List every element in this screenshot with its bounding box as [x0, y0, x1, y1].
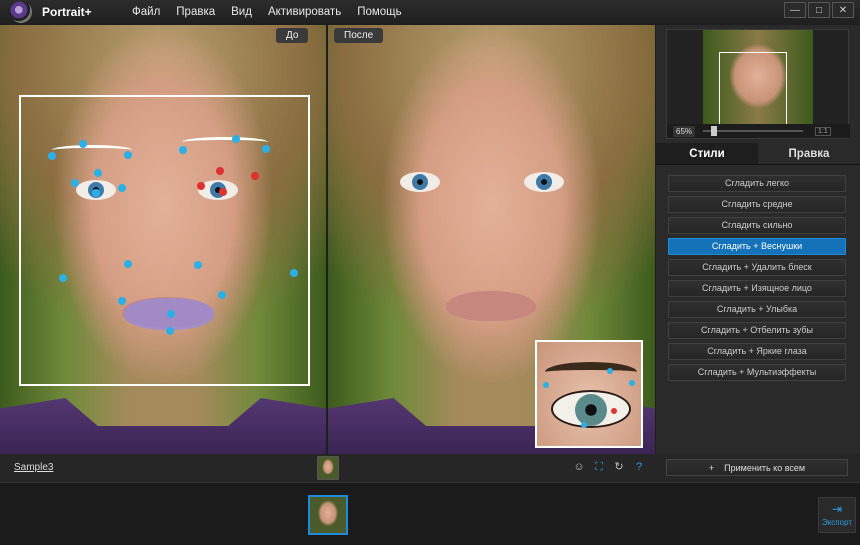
landmark-point[interactable] — [218, 291, 226, 299]
apply-to-all-label: Применить ко всем — [724, 462, 806, 473]
right-brow-line[interactable] — [182, 137, 268, 147]
help-icon[interactable]: ? — [632, 460, 646, 474]
landmark-point[interactable] — [94, 169, 102, 177]
landmark-point[interactable] — [179, 146, 187, 154]
navigator-viewport[interactable] — [719, 52, 787, 132]
export-label: Экспорт — [821, 518, 853, 527]
maximize-button[interactable]: □ — [808, 2, 830, 18]
landmark-point-alert[interactable] — [611, 408, 617, 414]
style-smooth-smile[interactable]: Сгладить + Улыбка — [668, 301, 846, 318]
style-smooth-light[interactable]: Сгладить легко — [668, 175, 846, 192]
before-pane[interactable]: До — [0, 25, 326, 454]
landmark-point[interactable] — [262, 145, 270, 153]
face-detection-frame[interactable] — [19, 95, 310, 386]
landmark-point[interactable] — [92, 189, 100, 197]
export-button[interactable]: ⇥ Экспорт — [818, 497, 856, 533]
landmark-point[interactable] — [290, 269, 298, 277]
inset-brow — [545, 362, 637, 382]
filmstrip-thumbnail[interactable] — [308, 495, 348, 535]
export-icon: ⇥ — [831, 502, 843, 516]
style-smooth-multi-effects[interactable]: Сгладить + Мультиэффекты — [668, 364, 846, 381]
style-smooth-freckles[interactable]: Сгладить + Веснушки — [668, 238, 846, 255]
landmark-point[interactable] — [232, 135, 240, 143]
tab-styles[interactable]: Стили — [656, 143, 758, 164]
zoom-bar: 65% 1:1 — [667, 124, 850, 138]
bottom-toolbar: Sample3 ☺ ⛶ ↻ ? — [0, 454, 656, 482]
styles-list: Сгладить легко Сгладить средне Сгладить … — [668, 175, 846, 381]
lips — [446, 291, 536, 321]
navigator[interactable]: 65% 1:1 — [666, 29, 850, 139]
style-smooth-slim-face[interactable]: Сгладить + Изящное лицо — [668, 280, 846, 297]
style-smooth-bright-eyes[interactable]: Сгладить + Яркие глаза — [668, 343, 846, 360]
zoom-actual-size-button[interactable]: 1:1 — [815, 126, 831, 136]
left-eye — [400, 172, 440, 192]
landmark-point[interactable] — [124, 151, 132, 159]
landmark-point[interactable] — [194, 261, 202, 269]
landmark-point[interactable] — [167, 310, 175, 318]
menu-activate[interactable]: Активировать — [260, 6, 349, 18]
landmark-point[interactable] — [118, 297, 126, 305]
landmark-point[interactable] — [124, 260, 132, 268]
style-smooth-whiten-teeth[interactable]: Сгладить + Отбелить зубы — [668, 322, 846, 339]
apply-to-all-button[interactable]: + Применить ко всем — [666, 459, 848, 476]
eye-zoom-inset — [535, 340, 643, 448]
face-detect-icon[interactable]: ☺ — [572, 460, 586, 474]
before-label: До — [276, 28, 309, 43]
right-eye — [524, 172, 564, 192]
landmark-point[interactable] — [118, 184, 126, 192]
tool-icons: ☺ ⛶ ↻ ? — [572, 460, 646, 474]
landmark-point[interactable] — [79, 140, 87, 148]
menu-file[interactable]: Файл — [124, 6, 168, 18]
after-label: После — [334, 28, 384, 43]
menu-help[interactable]: Помощь — [349, 6, 409, 18]
close-button[interactable]: ✕ — [832, 2, 854, 18]
landmark-point[interactable] — [59, 274, 67, 282]
landmark-point[interactable] — [71, 179, 79, 187]
menu-edit[interactable]: Правка — [168, 6, 223, 18]
side-panel: 65% 1:1 Стили Правка Сгладить легко Сгла… — [656, 25, 860, 454]
inset-eye — [551, 390, 631, 428]
zoom-slider-thumb[interactable] — [710, 126, 717, 136]
landmark-point[interactable] — [629, 380, 635, 386]
panel-tabs: Стили Правка — [656, 143, 860, 165]
landmark-point-alert[interactable] — [251, 172, 259, 180]
landmark-point-alert[interactable] — [219, 188, 227, 196]
filmstrip: ⇥ Экспорт — [0, 482, 860, 545]
left-brow-line[interactable] — [52, 145, 132, 155]
tab-edit[interactable]: Правка — [758, 143, 860, 164]
landmark-point[interactable] — [166, 327, 174, 335]
landmark-point-alert[interactable] — [216, 167, 224, 175]
title-bar: Portrait+ Файл Правка Вид Активировать П… — [0, 0, 860, 24]
file-name-link[interactable]: Sample3 — [14, 462, 53, 473]
landmark-point[interactable] — [48, 152, 56, 160]
zoom-level[interactable]: 65% — [673, 125, 696, 137]
menu-view[interactable]: Вид — [223, 6, 260, 18]
window-controls: — □ ✕ — [784, 2, 854, 18]
menu-bar: Файл Правка Вид Активировать Помощь — [124, 6, 410, 18]
current-image-thumbnail[interactable] — [317, 456, 339, 480]
zoom-slider[interactable] — [703, 126, 804, 136]
landmark-point[interactable] — [581, 422, 587, 428]
style-smooth-remove-shine[interactable]: Сгладить + Удалить блеск — [668, 259, 846, 276]
landmark-point[interactable] — [607, 368, 613, 374]
landmark-point[interactable] — [543, 382, 549, 388]
landmark-point-alert[interactable] — [197, 182, 205, 190]
style-smooth-strong[interactable]: Сгладить сильно — [668, 217, 846, 234]
rotate-icon[interactable]: ↻ — [612, 460, 626, 474]
face-select-icon[interactable]: ⛶ — [592, 460, 606, 474]
app-name: Portrait+ — [42, 5, 92, 19]
style-smooth-medium[interactable]: Сгладить средне — [668, 196, 846, 213]
apply-strip: + Применить ко всем — [656, 454, 860, 482]
plus-icon: + — [708, 462, 715, 473]
minimize-button[interactable]: — — [784, 2, 806, 18]
app-logo-icon — [10, 1, 32, 23]
